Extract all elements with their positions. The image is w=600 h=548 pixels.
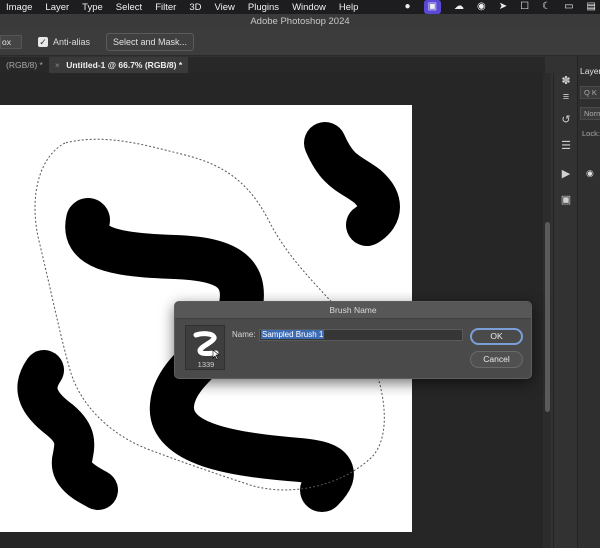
brush-preview: 1339 (185, 325, 225, 370)
menu-window[interactable]: Window (292, 2, 326, 13)
feather-field[interactable]: ox (0, 35, 22, 49)
dialog-title: Brush Name (175, 302, 531, 319)
window-icon[interactable]: ▭ (564, 0, 573, 14)
menu-status-icons: ● ▣ ☁ ◉ ➤ ☐ ☾ ▭ ▤ (392, 0, 596, 14)
brush-name-dialog: Brush Name 1339 Name: Sampled Brush 1 OK… (174, 301, 532, 379)
camera-icon[interactable]: ● (405, 0, 411, 14)
lock-label: Lock: (582, 129, 600, 138)
mac-menu-bar: Image Layer Type Select Filter 3D View P… (0, 0, 600, 14)
tab-label: (RGB/8) * (6, 60, 43, 70)
cloud-icon[interactable]: ☁ (454, 0, 464, 14)
cancel-button[interactable]: Cancel (470, 351, 523, 368)
layer-search-field[interactable]: Q K (580, 86, 600, 99)
menu-select[interactable]: Select (116, 2, 142, 13)
ok-button[interactable]: OK (470, 328, 523, 345)
tab-previous-document[interactable]: (RGB/8) * (0, 57, 49, 73)
properties-icon[interactable]: ☰ (559, 139, 573, 153)
app-title-bar: Adobe Photoshop 2024 (0, 14, 600, 29)
info-icon[interactable]: ▣ (559, 193, 573, 207)
menu-plugins[interactable]: Plugins (248, 2, 279, 13)
vertical-scrollbar-thumb[interactable] (545, 222, 550, 412)
anti-alias-checkbox[interactable]: ✓ (38, 37, 48, 47)
name-label: Name: (232, 330, 256, 339)
control-center-icon[interactable]: ▤ (587, 0, 596, 14)
adjustments-icon[interactable]: ≡ (559, 90, 573, 104)
menu-help[interactable]: Help (339, 2, 359, 13)
panel-icon-bar: ✽ ≡ ↺ ☰ ▶ ▣ (553, 73, 577, 548)
brush-stroke-left (17, 350, 118, 510)
select-and-mask-button[interactable]: Select and Mask... (106, 33, 195, 51)
creative-cloud-icon[interactable]: ◉ (477, 0, 486, 14)
layer-visibility-eye-icon[interactable]: ◉ (586, 168, 594, 179)
menu-list: Image Layer Type Select Filter 3D View P… (6, 2, 371, 13)
tab-label: Untitled-1 @ 66.7% (RGB/8) * (66, 60, 183, 70)
brush-name-input[interactable]: Sampled Brush 1 (259, 329, 463, 341)
document-tabs: (RGB/8) * × Untitled-1 @ 66.7% (RGB/8) * (0, 57, 545, 73)
layers-panel: Layers Q K Normal Lock: ◉ (577, 56, 600, 548)
cursor-icon[interactable]: ➤ (499, 0, 507, 14)
tab-untitled-1[interactable]: × Untitled-1 @ 66.7% (RGB/8) * (48, 57, 189, 73)
brush-size-value: 1339 (197, 360, 215, 369)
options-bar: ox ✓ Anti-alias Select and Mask... (0, 29, 600, 56)
lock-icon[interactable]: ☐ (520, 0, 529, 14)
menu-image[interactable]: Image (6, 2, 32, 13)
menu-type[interactable]: Type (82, 2, 103, 13)
name-value: Sampled Brush 1 (261, 330, 325, 339)
brush-settings-icon[interactable]: ✽ (559, 74, 573, 88)
menu-filter[interactable]: Filter (155, 2, 176, 13)
history-icon[interactable]: ↺ (559, 113, 573, 127)
screen-share-icon[interactable]: ▣ (423, 0, 442, 14)
blend-mode-select[interactable]: Normal (580, 107, 600, 120)
brush-tip-preview-icon (193, 331, 220, 361)
menu-3d[interactable]: 3D (189, 2, 201, 13)
actions-play-icon[interactable]: ▶ (559, 167, 573, 181)
app-title: Adobe Photoshop 2024 (250, 16, 350, 27)
anti-alias-label: Anti-alias (53, 37, 91, 47)
brush-stroke-top-right (304, 122, 400, 246)
moon-icon[interactable]: ☾ (542, 0, 551, 14)
menu-view[interactable]: View (214, 2, 234, 13)
close-icon[interactable]: × (55, 60, 60, 70)
layers-panel-title: Layers (580, 66, 600, 76)
menu-layer[interactable]: Layer (45, 2, 69, 13)
